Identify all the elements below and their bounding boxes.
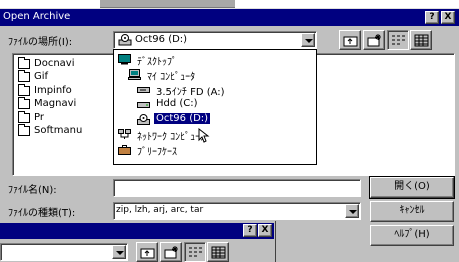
help-title-button[interactable]: ? [425, 11, 439, 24]
filetype-dropdown-button[interactable] [345, 204, 359, 218]
dropdown-item-label: ﾈｯﾄﾜｰｸ ｺﾝﾋﾟｭｰﾀ [137, 132, 206, 143]
dropdown-item-label: Hdd (C:) [156, 98, 198, 109]
background-window-fragment [100, 0, 235, 8]
lookin-dropdown-list[interactable]: ﾃﾞｽｸﾄｯﾌﾟ ﾏｲ ｺﾝﾋﾟｭｰﾀ 3.5ｲﾝﾁ FD (A:) Hdd (… [113, 49, 317, 165]
folder-icon [18, 84, 30, 96]
lookin-combo[interactable]: Oct96 (D:) [113, 31, 317, 49]
dropdown-item-label: ﾌﾞﾘｰﾌｹｰｽ [137, 147, 177, 158]
chevron-down-icon [116, 251, 124, 255]
second-help-title-button[interactable]: ? [243, 224, 257, 237]
details-view-icon [414, 34, 429, 47]
lookin-label: ﾌｧｲﾙの場所(I): [8, 37, 73, 48]
desktop-icon [118, 54, 131, 65]
second-dialog-fragment: ? X [0, 221, 276, 262]
chevron-down-icon [305, 39, 313, 43]
folder-icon [18, 57, 30, 69]
floppy-drive-icon [137, 87, 150, 93]
dropdown-item-label: Oct96 (D:) [154, 113, 211, 124]
up-folder-icon [140, 248, 155, 259]
details-view-icon [211, 246, 226, 259]
second-dropdown-button[interactable] [112, 245, 126, 259]
up-one-level-button[interactable] [339, 30, 361, 50]
filename-label: ﾌｧｲﾙ名(N): [8, 185, 57, 196]
lookin-dropdown-button[interactable] [301, 33, 315, 47]
file-name: Magnavi [34, 98, 77, 109]
second-new-folder-button[interactable] [160, 242, 182, 262]
second-close-title-button[interactable]: X [258, 224, 272, 237]
new-folder-button[interactable] [363, 30, 385, 50]
open-button[interactable]: 開く(O) [369, 176, 455, 199]
mouse-pointer-icon [198, 128, 210, 143]
second-title-bar[interactable]: ? X [0, 223, 274, 239]
filetype-label: ﾌｧｲﾙの種類(T): [8, 208, 76, 219]
dropdown-item-label: 3.5ｲﾝﾁ FD (A:) [156, 87, 225, 98]
briefcase-icon [118, 145, 131, 155]
file-name: Docnavi [34, 58, 75, 69]
new-folder-icon [367, 34, 381, 47]
dropdown-item-label: ﾏｲ ｺﾝﾋﾟｭｰﾀ [147, 72, 196, 83]
title-bar[interactable]: Open Archive ? X [0, 9, 459, 26]
network-icon [118, 129, 131, 139]
file-name: Impinfo [34, 85, 72, 96]
help-button[interactable]: ﾍﾙﾌﾟ(H) [370, 225, 454, 246]
close-title-button[interactable]: X [441, 11, 455, 24]
chevron-down-icon [349, 210, 357, 214]
second-list-view-button[interactable] [184, 242, 206, 262]
list-view-icon [392, 35, 405, 45]
file-name: Softmanu [34, 125, 83, 136]
second-up-one-level-button[interactable] [136, 242, 158, 262]
my-computer-icon [128, 69, 141, 80]
hard-drive-icon [137, 102, 150, 108]
lookin-value: Oct96 (D:) [135, 34, 188, 45]
filename-input[interactable] [113, 179, 361, 197]
cd-drive-icon [118, 34, 132, 46]
file-name: Pr [34, 112, 44, 123]
filetype-combo[interactable]: zip, lzh, arj, arc, tar [113, 202, 361, 220]
up-folder-icon [343, 36, 358, 47]
file-name: Gif [34, 71, 49, 82]
second-lookin-combo[interactable] [0, 243, 128, 261]
cancel-button[interactable]: ｷｬﾝｾﾙ [370, 201, 454, 222]
list-view-button[interactable] [387, 30, 409, 50]
new-folder-icon [164, 246, 178, 259]
filetype-value: zip, lzh, arj, arc, tar [116, 205, 204, 215]
background-window-strip [0, 0, 459, 8]
dropdown-item-label: ﾃﾞｽｸﾄｯﾌﾟ [137, 57, 177, 68]
cd-drive-icon [137, 114, 150, 125]
folder-icon [18, 97, 30, 109]
list-view-icon [189, 247, 202, 257]
details-view-button[interactable] [410, 30, 432, 50]
window-title: Open Archive [3, 11, 71, 22]
second-details-view-button[interactable] [207, 242, 229, 262]
folder-icon [18, 124, 30, 136]
folder-icon [18, 70, 30, 82]
folder-icon [18, 111, 30, 123]
